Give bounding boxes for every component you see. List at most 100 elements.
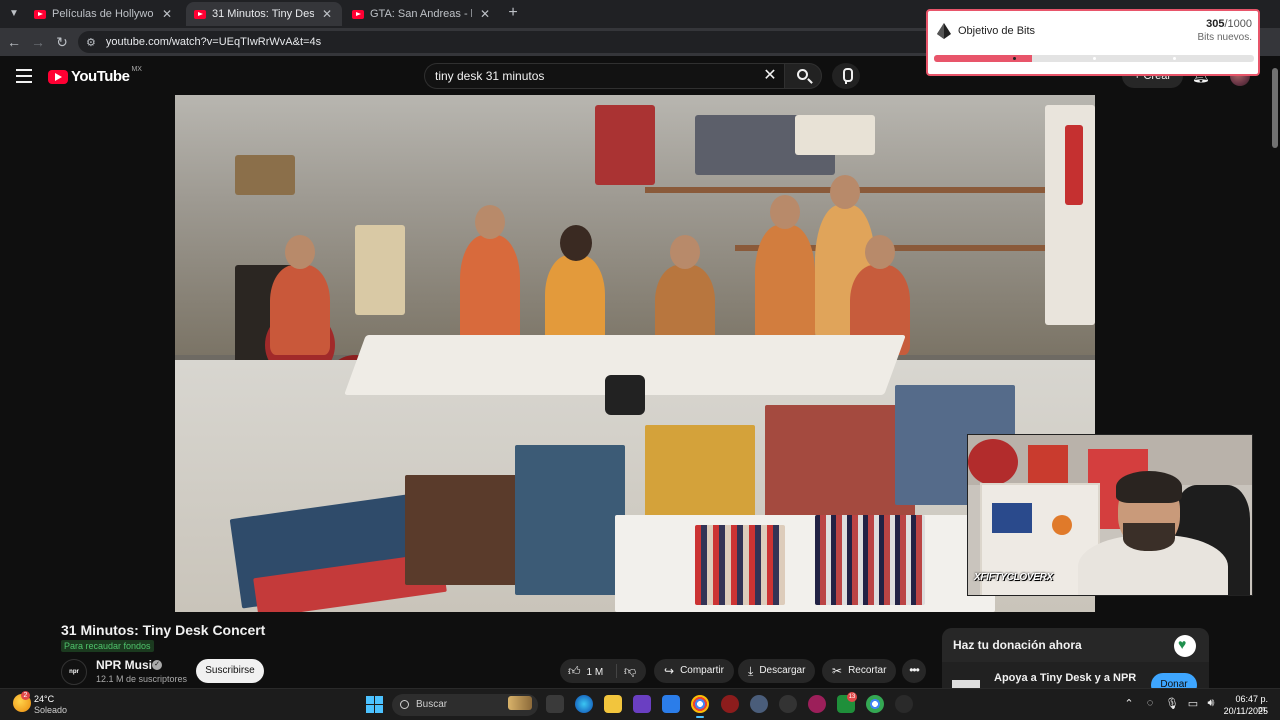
edge-browser-icon[interactable] [575, 695, 593, 713]
youtube-favicon-icon [34, 9, 46, 19]
video-musician-head [865, 235, 895, 269]
tray-chevron-up-icon[interactable]: ⌃ [1122, 697, 1136, 710]
webcam-person-hair [1116, 471, 1182, 503]
youtube-play-icon [48, 69, 68, 84]
page-scrollbar[interactable] [1270, 60, 1280, 688]
tab-31-minutos[interactable]: 31 Minutos: Tiny Desk Concert ✕ [186, 2, 342, 26]
bits-marker-dot [1013, 57, 1016, 60]
channel-name[interactable]: NPR Music [96, 658, 159, 672]
bits-gem-icon [937, 23, 951, 39]
tab-title: 31 Minutos: Tiny Desk Concert [212, 8, 314, 20]
tab-title: GTA: San Andreas - lofi hip hop [370, 8, 472, 20]
forward-arrow-right-icon[interactable]: → [28, 32, 48, 52]
tab-title: Películas de Hollywood que NA [52, 8, 154, 20]
video-player[interactable] [175, 95, 1095, 612]
donation-title: Haz tu donación ahora [953, 638, 1082, 652]
url-field[interactable]: ⚙ youtube.com/watch?v=UEqTIwRrWvA&t=4s [78, 31, 938, 53]
clock-date[interactable]: 20/11/2025 [1222, 706, 1268, 716]
weather-condition[interactable]: Soleado [34, 705, 67, 715]
settings-gear-icon[interactable] [750, 695, 768, 713]
app-icon[interactable] [779, 695, 797, 713]
video-musician-head [475, 205, 505, 239]
display-icon[interactable]: ▭ [1186, 697, 1200, 710]
app-icon[interactable] [662, 695, 680, 713]
webcam-tag: XFIFTYCLOVERX [974, 572, 1053, 583]
clip-label: Recortar [848, 665, 887, 676]
more-actions-button[interactable]: ••• [902, 659, 926, 683]
video-musician-head [830, 175, 860, 209]
windows-taskbar: 2 24°C Soleado Buscar 13 ⌃ ◌ 🎙︎ ▭ 🔊︎ 06:… [0, 688, 1280, 720]
webcam-shelf-item [992, 503, 1032, 533]
app-icon[interactable] [721, 695, 739, 713]
site-settings-tune-icon[interactable]: ⚙ [86, 36, 96, 49]
bits-marker-dot [1093, 57, 1096, 60]
app-icon[interactable] [633, 695, 651, 713]
download-label: Descargar [759, 665, 806, 676]
back-arrow-left-icon[interactable]: ← [4, 32, 24, 52]
streamer-webcam: XFIFTYCLOVERX [967, 434, 1253, 596]
tab-close-icon[interactable]: ✕ [160, 7, 174, 21]
file-explorer-icon[interactable] [604, 695, 622, 713]
task-view-icon[interactable] [546, 695, 564, 713]
webcam-figure [968, 439, 1018, 485]
microphone-icon[interactable]: 🎙︎ [1165, 697, 1179, 710]
download-button[interactable]: ⤓ Descargar [738, 659, 816, 683]
tray-app-icon[interactable]: ◌ [1143, 697, 1157, 709]
like-dislike-group: 👍︎ 1 M 👎︎ [560, 659, 646, 683]
youtube-wordmark: YouTube [71, 68, 130, 85]
channel-avatar[interactable]: npr [61, 659, 87, 685]
video-shelf-items [355, 225, 405, 315]
donation-card: Haz tu donación ahora Apoya a Tiny Desk … [942, 628, 1209, 688]
search-clear-close-icon[interactable]: ✕ [760, 66, 780, 86]
tab-close-icon[interactable]: ✕ [478, 7, 492, 21]
verified-check-icon: ✓ [152, 660, 162, 670]
hamburger-menu-icon[interactable] [16, 69, 32, 83]
donation-org-logo [952, 680, 980, 688]
reload-icon[interactable]: ↻ [52, 32, 72, 52]
download-arrow-icon: ⤓ [748, 664, 754, 678]
app-icon[interactable] [895, 695, 913, 713]
video-musician-head [670, 235, 700, 269]
bits-goal-label: Objetivo de Bits [958, 25, 1036, 37]
voice-search-mic-icon[interactable] [832, 63, 860, 89]
tab-list-chevron-down-icon[interactable]: ▼ [4, 4, 24, 24]
bits-progress-fill [934, 55, 1032, 62]
video-musician-head [285, 235, 315, 269]
youtube-logo[interactable]: YouTube MX [48, 66, 142, 85]
video-musician [270, 265, 330, 355]
bits-current: 305 [1206, 18, 1225, 30]
start-windows-icon[interactable] [366, 696, 383, 713]
bits-total: /1000 [1224, 18, 1252, 30]
webcam-figure [1028, 445, 1068, 485]
like-count: 1 M [586, 667, 604, 678]
search-input[interactable]: tiny desk 31 minutos [424, 63, 784, 89]
like-button[interactable]: 👍︎ 1 M [568, 659, 603, 685]
fundraiser-badge[interactable]: Para recaudar fondos [61, 640, 154, 652]
new-tab-plus-icon[interactable]: + [504, 4, 522, 22]
share-button[interactable]: ↪ Compartir [654, 659, 734, 683]
donation-heart-icon [1174, 635, 1196, 657]
donate-button[interactable]: Donar [1151, 673, 1197, 688]
app-notification-badge: 13 [847, 692, 857, 702]
search-button[interactable] [784, 63, 822, 89]
subscribe-button[interactable]: Suscribirse [196, 659, 264, 683]
volume-icon[interactable]: 🔊︎ [1204, 697, 1218, 710]
weather-temperature[interactable]: 24°C [34, 694, 54, 704]
video-flag-red [1065, 125, 1083, 205]
app-icon[interactable] [808, 695, 826, 713]
search-icon [797, 69, 808, 80]
clip-button[interactable]: ✂ Recortar [822, 659, 897, 683]
chrome-browser-icon[interactable] [691, 695, 709, 718]
share-arrow-icon: ↪ [664, 664, 675, 678]
video-book-stack [515, 445, 625, 595]
chrome-browser-icon[interactable] [866, 695, 884, 713]
tab-close-icon[interactable]: ✕ [320, 7, 334, 21]
video-title: 31 Minutos: Tiny Desk Concert [61, 622, 266, 638]
video-musician [460, 235, 520, 345]
tab-gta-lofi[interactable]: GTA: San Andreas - lofi hip hop ✕ [344, 2, 500, 26]
tab-hollywood[interactable]: Películas de Hollywood que NA ✕ [26, 2, 182, 26]
video-book-stack [405, 475, 525, 585]
dislike-thumbs-down-icon[interactable]: 👎︎ [624, 659, 636, 683]
scrollbar-thumb[interactable] [1272, 68, 1278, 148]
thumbs-up-icon: 👍︎ [568, 664, 581, 678]
